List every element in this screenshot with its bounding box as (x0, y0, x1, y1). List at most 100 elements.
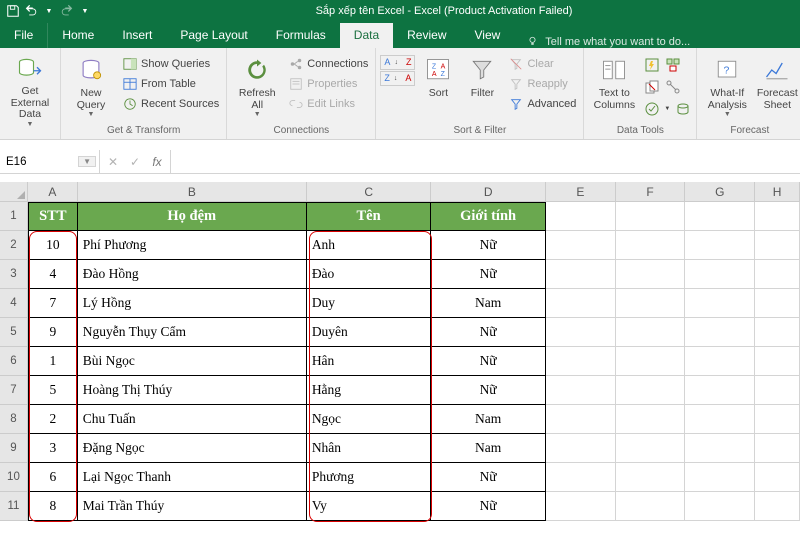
tab-file[interactable]: File (0, 23, 48, 48)
flash-fill-button[interactable] (643, 56, 661, 74)
filter-button[interactable]: Filter (461, 51, 503, 119)
row-header[interactable]: 7 (0, 376, 28, 405)
row-header[interactable]: 2 (0, 231, 28, 260)
cell-ten[interactable]: Ngọc (307, 405, 432, 434)
header-hodem[interactable]: Họ đệm (78, 202, 307, 231)
cell[interactable] (616, 289, 686, 318)
cell[interactable] (755, 463, 800, 492)
cell[interactable] (685, 318, 755, 347)
save-icon[interactable] (6, 4, 20, 18)
cell-gioitinh[interactable]: Nam (431, 434, 546, 463)
row-header[interactable]: 5 (0, 318, 28, 347)
cell[interactable] (685, 492, 755, 521)
cell-gioitinh[interactable]: Nữ (431, 260, 546, 289)
show-queries-button[interactable]: Show Queries (120, 55, 222, 73)
cell[interactable] (685, 260, 755, 289)
cell-gioitinh[interactable]: Nữ (431, 463, 546, 492)
cell[interactable] (546, 405, 616, 434)
cell-hodem[interactable]: Hoàng Thị Thúy (78, 376, 307, 405)
cell[interactable] (616, 376, 686, 405)
cell[interactable] (755, 376, 800, 405)
cell-ten[interactable]: Hằng (307, 376, 432, 405)
what-if-button[interactable]: ? What-If Analysis ▼ (701, 51, 753, 119)
row-header[interactable]: 3 (0, 260, 28, 289)
cell[interactable] (546, 289, 616, 318)
cell-gioitinh[interactable]: Nữ (431, 318, 546, 347)
column-header-G[interactable]: G (685, 182, 755, 202)
tab-home[interactable]: Home (48, 23, 108, 48)
enter-formula-icon[interactable]: ✓ (124, 155, 146, 169)
column-header-B[interactable]: B (78, 182, 307, 202)
column-header-H[interactable]: H (755, 182, 800, 202)
cell-stt[interactable]: 2 (28, 405, 78, 434)
row-header[interactable]: 1 (0, 202, 28, 231)
cell-gioitinh[interactable]: Nam (431, 289, 546, 318)
cell[interactable] (616, 318, 686, 347)
properties-button[interactable]: Properties (286, 75, 371, 93)
column-header-C[interactable]: C (307, 182, 432, 202)
cell-ten[interactable]: Duy (307, 289, 432, 318)
formula-input[interactable] (171, 150, 800, 173)
cell-stt[interactable]: 10 (28, 231, 78, 260)
cell[interactable] (616, 231, 686, 260)
cell[interactable] (546, 347, 616, 376)
cell[interactable] (546, 318, 616, 347)
cell-stt[interactable]: 6 (28, 463, 78, 492)
cell-stt[interactable]: 1 (28, 347, 78, 376)
cell[interactable] (685, 463, 755, 492)
recent-sources-button[interactable]: Recent Sources (120, 95, 222, 113)
cell-stt[interactable]: 8 (28, 492, 78, 521)
column-header-E[interactable]: E (546, 182, 616, 202)
cell-hodem[interactable]: Đào Hồng (78, 260, 307, 289)
row-header[interactable]: 9 (0, 434, 28, 463)
cell[interactable] (546, 376, 616, 405)
column-header-A[interactable]: A (28, 182, 78, 202)
cell-hodem[interactable]: Lý Hồng (78, 289, 307, 318)
tab-view[interactable]: View (461, 23, 515, 48)
cell[interactable] (616, 492, 686, 521)
cell-ten[interactable]: Nhân (307, 434, 432, 463)
cell-hodem[interactable]: Đặng Ngọc (78, 434, 307, 463)
cell-ten[interactable]: Hân (307, 347, 432, 376)
row-header[interactable]: 11 (0, 492, 28, 521)
cell-ten[interactable]: Vy (307, 492, 432, 521)
cell-stt[interactable]: 4 (28, 260, 78, 289)
remove-duplicates-button[interactable] (643, 78, 661, 96)
cell[interactable] (685, 376, 755, 405)
cell[interactable] (755, 405, 800, 434)
cell-gioitinh[interactable]: Nữ (431, 231, 546, 260)
cell[interactable] (616, 434, 686, 463)
tab-review[interactable]: Review (393, 23, 460, 48)
column-header-F[interactable]: F (616, 182, 686, 202)
cell[interactable] (546, 231, 616, 260)
reapply-button[interactable]: Reapply (506, 75, 579, 93)
data-validation-button[interactable]: ▼ (643, 100, 671, 118)
qat-customize-icon[interactable]: ▼ (78, 4, 92, 18)
cell-ten[interactable]: Duyên (307, 318, 432, 347)
sort-button[interactable]: ZAAZ Sort (418, 51, 458, 119)
cell[interactable] (546, 260, 616, 289)
cell-gioitinh[interactable]: Nữ (431, 347, 546, 376)
cell[interactable] (755, 318, 800, 347)
sort-desc-button[interactable]: Z↓A (380, 71, 415, 86)
relationships-button[interactable] (664, 78, 682, 96)
undo-icon[interactable] (24, 4, 38, 18)
edit-links-button[interactable]: Edit Links (286, 95, 371, 113)
cell[interactable] (546, 492, 616, 521)
cell-hodem[interactable]: Phí Phương (78, 231, 307, 260)
cell-hodem[interactable]: Lại Ngọc Thanh (78, 463, 307, 492)
connections-button[interactable]: Connections (286, 55, 371, 73)
cell[interactable] (755, 347, 800, 376)
cell-gioitinh[interactable]: Nữ (431, 376, 546, 405)
cancel-formula-icon[interactable]: ✕ (102, 155, 124, 169)
get-external-data-button[interactable]: Get External Data ▼ (4, 51, 56, 119)
new-query-button[interactable]: New Query ▼ (65, 51, 117, 119)
cell[interactable] (755, 434, 800, 463)
refresh-all-button[interactable]: Refresh All ▼ (231, 51, 283, 119)
cell[interactable] (616, 347, 686, 376)
tell-me-search[interactable]: Tell me what you want to do... (514, 35, 800, 48)
cell[interactable] (755, 492, 800, 521)
cell[interactable] (685, 289, 755, 318)
header-ten[interactable]: Tên (307, 202, 432, 231)
row-header[interactable]: 8 (0, 405, 28, 434)
